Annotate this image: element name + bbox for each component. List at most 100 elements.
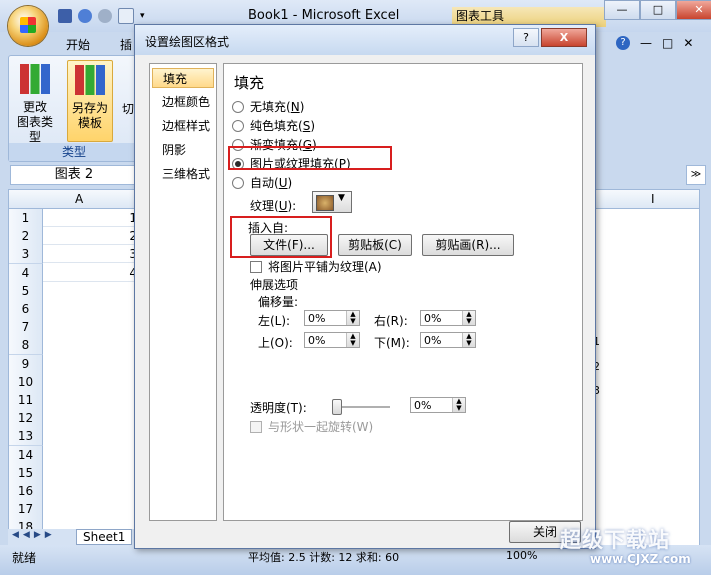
row-header[interactable]: 3 [9,245,43,265]
solid-fill-radio[interactable] [232,120,244,132]
dialog-title-bar: 设置绘图区格式 ? X [135,25,595,55]
undo-icon[interactable] [78,9,92,23]
bottom-offset-input[interactable]: 0% ▲ ▼ [420,332,476,348]
ribbon-type-group: 更改 图表类型 另存为 模板 类型 [8,55,140,162]
tab-home[interactable]: 开始 [66,36,90,53]
nav-item-shadow[interactable]: 阴影 [152,140,214,160]
nav-item-border-style[interactable]: 边框样式 [152,116,214,136]
spinner-arrows-icon[interactable]: ▲ ▼ [346,311,359,325]
print-preview-icon[interactable] [118,8,134,24]
no-fill-radio[interactable] [232,101,244,113]
row-header[interactable]: 7 [9,318,43,338]
no-fill-label: 无填充(N) [250,100,305,114]
tile-texture-label: 将图片平铺为纹理(A) [268,260,382,274]
texture-label: 纹理(U): [250,199,297,213]
row-header[interactable]: 2 [9,227,43,247]
help-icon[interactable]: ? [616,36,630,50]
rotate-with-shape-label: 与形状一起旋转(W) [268,420,374,434]
row-header[interactable]: 10 [9,372,43,392]
column-header-a[interactable]: A [75,192,83,206]
row-header[interactable]: 4 [9,263,43,283]
name-box[interactable]: 图表 2 [10,165,138,185]
left-offset-input[interactable]: 0% ▲ ▼ [304,310,360,326]
watermark-logo: 超级下载站 [560,528,670,552]
row-header[interactable]: 14 [9,445,43,465]
spinner-arrows-icon[interactable]: ▲ ▼ [346,333,359,347]
close-window-button[interactable]: ✕ [676,0,711,20]
right-offset-input[interactable]: 0% ▲ ▼ [420,310,476,326]
left-offset-label: 左(L): [258,314,291,328]
solid-fill-label: 纯色填充(S) [250,119,316,133]
save-icon[interactable] [58,9,72,23]
expand-formula-bar-button[interactable]: ≫ [686,165,706,185]
sheet-nav-arrows-icon[interactable]: ◀◀▶▶ [12,530,56,540]
fill-settings-panel: 填充 无填充(N) 纯色填充(S) 渐变填充(G) 图片或纹理填充(P) 自动(… [223,63,583,521]
row-header[interactable]: 9 [9,354,43,374]
row-header[interactable]: 1 [9,209,43,228]
cell-a[interactable]: 4 [43,264,141,282]
row-header[interactable]: 12 [9,409,43,429]
row-header[interactable]: 13 [9,427,43,447]
transparency-slider[interactable] [332,399,390,415]
ribbon-cut-fragment: 切 [122,102,135,116]
panel-heading: 填充 [234,74,265,92]
texture-swatch-icon [316,195,334,211]
tab-insert[interactable]: 插 [120,36,132,53]
maximize-button[interactable]: □ [640,0,676,20]
spinner-arrows-icon[interactable]: ▲ ▼ [452,398,465,412]
row-header[interactable]: 16 [9,482,43,501]
column-header-i[interactable]: I [651,192,655,206]
nav-item-fill[interactable]: 填充 [152,68,214,88]
row-header[interactable]: 17 [9,500,43,520]
dialog-close-button[interactable]: X [541,28,587,47]
chevron-down-icon: ▼ [338,193,345,203]
automatic-fill-label: 自动(U) [250,176,293,190]
top-offset-input[interactable]: 0% ▲ ▼ [304,332,360,348]
tile-texture-checkbox[interactable] [250,261,262,273]
rotate-with-shape-checkbox[interactable] [250,421,262,433]
cell-a[interactable]: 3 [43,245,141,264]
ribbon-restore-button[interactable]: □ [662,36,673,50]
customize-qat-icon[interactable]: ▾ [140,9,148,23]
ribbon-minimize-button[interactable]: — [640,36,652,50]
save-as-template-label: 另存为 模板 [71,101,108,130]
nav-item-3d-format[interactable]: 三维格式 [152,164,214,184]
change-chart-type-button[interactable]: 更改 图表类型 [13,60,57,144]
save-as-template-button[interactable]: 另存为 模板 [67,60,113,142]
change-chart-type-label: 更改 图表类型 [16,100,53,144]
cell-a[interactable]: 2 [43,227,141,246]
highlight-insert-file [230,216,332,258]
spinner-arrows-icon[interactable]: ▲ ▼ [462,311,475,325]
cell-a[interactable]: 1 [43,209,141,227]
texture-dropdown[interactable]: ▼ [312,191,352,213]
status-ready: 就绪 [12,551,37,565]
redo-icon[interactable] [98,9,112,23]
spinner-arrows-icon[interactable]: ▲ ▼ [462,333,475,347]
group-label-type: 类型 [9,143,139,161]
app-title: Book1 - Microsoft Excel [248,8,400,23]
automatic-fill-radio[interactable] [232,177,244,189]
quick-access-toolbar: ▾ [58,8,148,24]
dialog-help-button[interactable]: ? [513,28,539,47]
watermark-url: www.CJXZ.com [590,552,691,566]
minimize-button[interactable]: — [604,0,640,20]
ribbon-right-controls: ? — □ ✕ [616,32,693,54]
sheet-tab-sheet1[interactable]: Sheet1 [76,529,133,545]
highlight-picture-fill [228,146,392,170]
transparency-slider-thumb[interactable] [332,399,342,415]
row-header[interactable]: 15 [9,463,43,483]
clipboard-button[interactable]: 剪贴板(C) [338,234,412,256]
nav-item-border-color[interactable]: 边框颜色 [152,92,214,112]
ribbon-close-button[interactable]: ✕ [683,36,693,50]
save-template-icon [75,65,105,95]
row-header[interactable]: 6 [9,300,43,319]
row-header[interactable]: 5 [9,281,43,301]
clip-art-button[interactable]: 剪贴画(R)... [422,234,514,256]
right-offset-label: 右(R): [374,314,408,328]
zoom-level[interactable]: 100% [506,549,537,562]
top-offset-label: 上(O): [258,336,293,350]
dialog-category-list: 填充 边框颜色 边框样式 阴影 三维格式 [149,63,217,521]
transparency-input[interactable]: 0% ▲ ▼ [410,397,466,413]
row-header[interactable]: 8 [9,336,43,356]
row-header[interactable]: 11 [9,391,43,410]
